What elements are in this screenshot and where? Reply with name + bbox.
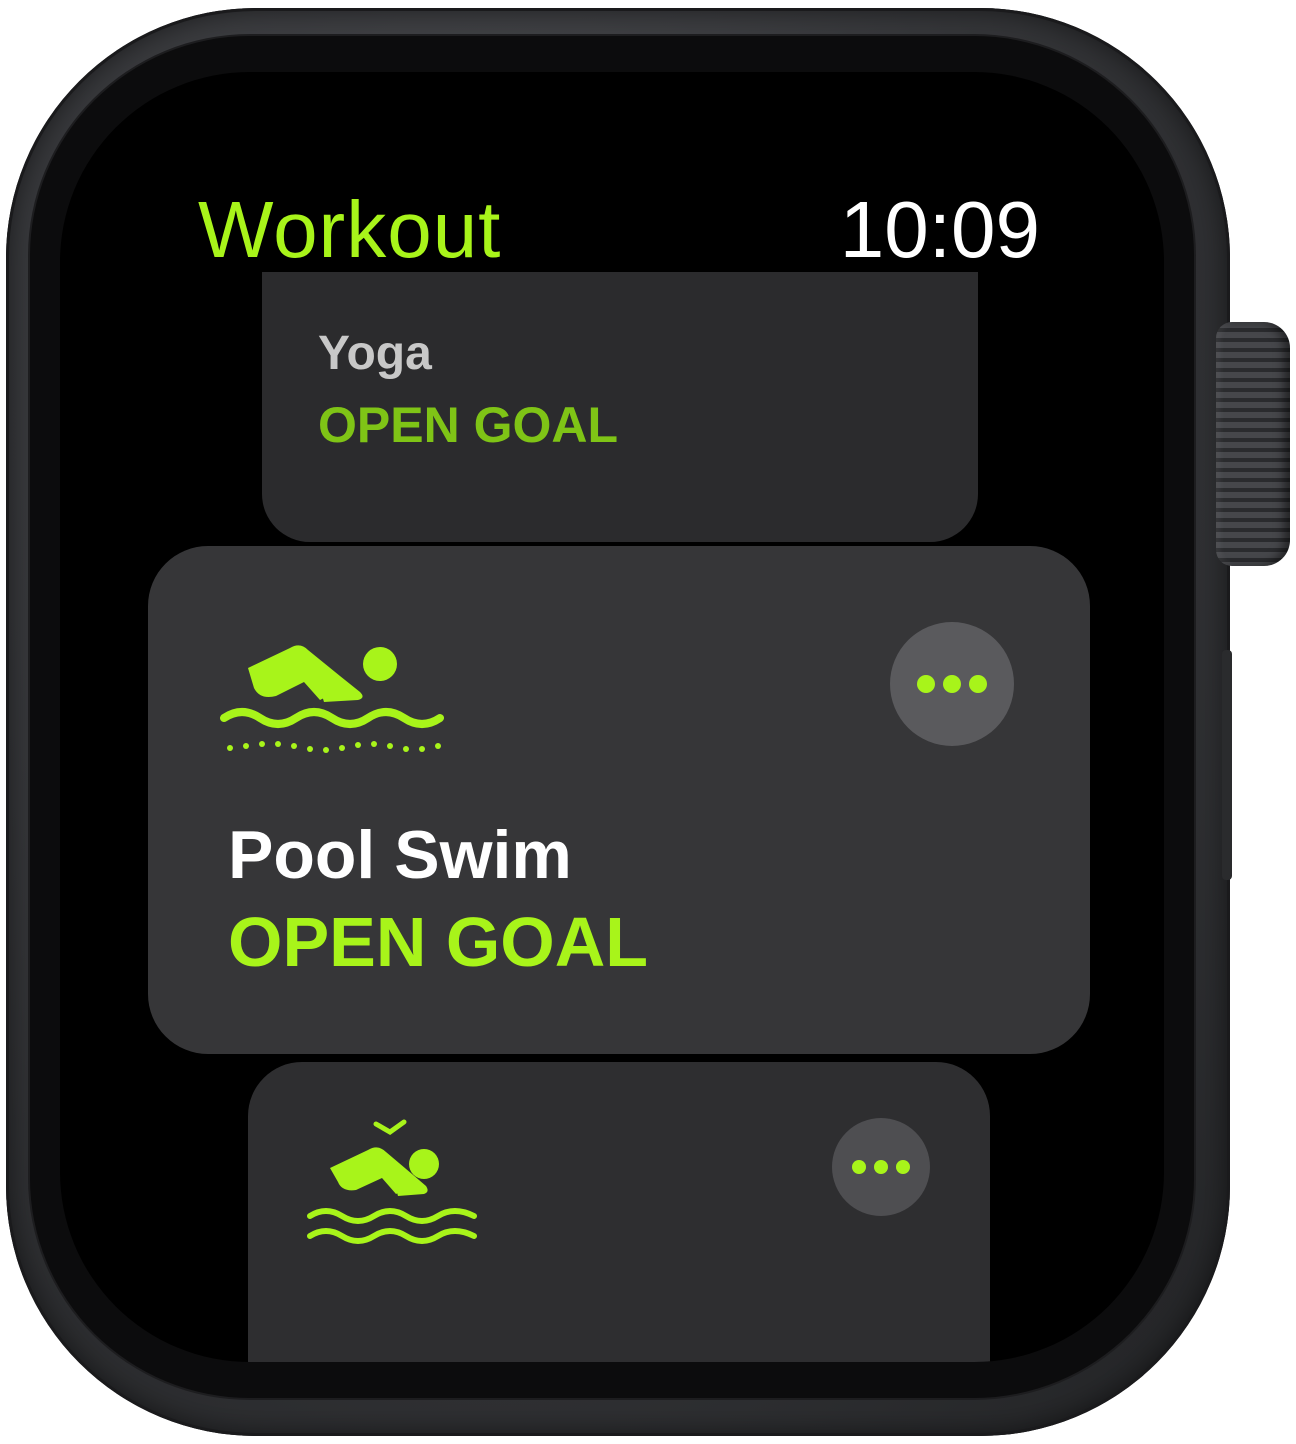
side-button[interactable] xyxy=(1222,650,1232,880)
workout-goal: OPEN GOAL xyxy=(318,397,619,453)
workout-card-pool-swim[interactable]: Pool Swim OPEN GOAL xyxy=(148,546,1090,1054)
open-water-swim-icon xyxy=(307,1119,477,1244)
more-options-button[interactable] xyxy=(890,622,1014,746)
digital-crown[interactable] xyxy=(1216,322,1290,566)
more-options-button[interactable] xyxy=(832,1118,930,1216)
workout-card-yoga[interactable]: Yoga OPEN GOAL xyxy=(262,272,978,542)
watch-screen: Workout 10:09 Yoga OPEN GOAL Pool Swim O… xyxy=(60,72,1164,1362)
workout-card-open-water-swim[interactable] xyxy=(248,1062,990,1362)
workout-name: Pool Swim xyxy=(228,817,572,893)
clock-time: 10:09 xyxy=(839,185,1040,274)
workout-goal: OPEN GOAL xyxy=(228,903,649,981)
pool-swim-icon xyxy=(220,645,444,753)
app-title: Workout xyxy=(198,185,502,274)
workout-name: Yoga xyxy=(318,327,432,380)
ellipsis-icon xyxy=(890,622,1014,746)
ellipsis-icon xyxy=(832,1118,930,1216)
